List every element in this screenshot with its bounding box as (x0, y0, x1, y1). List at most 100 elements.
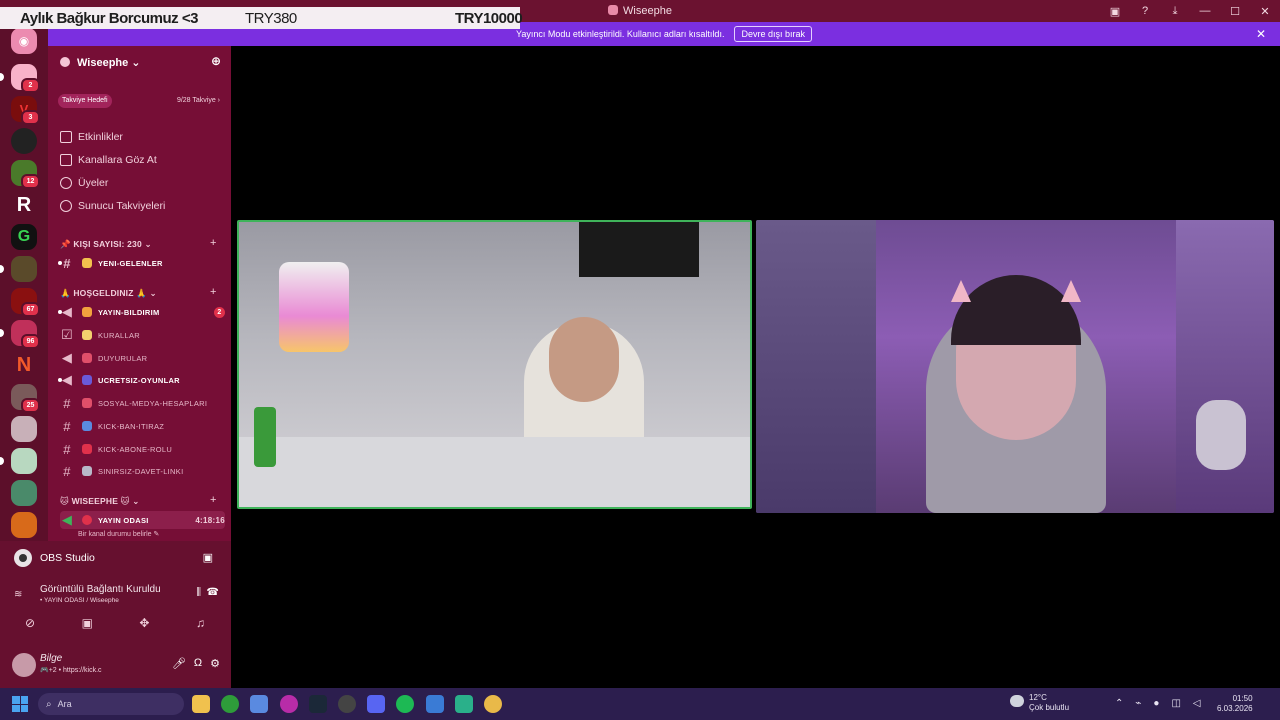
channel-kick-abone-rolu[interactable]: # KICK-ABONE-ROLU (60, 440, 225, 458)
file-explorer-icon[interactable] (192, 695, 210, 713)
boost-count: 9/28 Takviye › (176, 97, 220, 104)
nav-browse-channels[interactable]: Kanallara Göz At (60, 154, 157, 166)
channel-sinirsiz-davet[interactable]: # SINIRSIZ-DAVET-LINKI (60, 462, 225, 480)
close-icon[interactable]: ✕ (1256, 27, 1266, 41)
wifi-icon[interactable]: ◫ (1171, 698, 1180, 709)
discord-icon: ◉ (18, 34, 30, 48)
server-icon[interactable]: 67 (11, 288, 40, 317)
server-header[interactable]: Wiseephe ⌄ ⊕ (48, 46, 231, 78)
user-name: Bilge (40, 653, 63, 664)
server-icon[interactable] (11, 416, 37, 442)
nav-members[interactable]: Üyeler (60, 177, 108, 189)
server-icon[interactable] (0, 256, 37, 282)
wave-icon (82, 258, 92, 268)
server-icon[interactable]: G (11, 224, 37, 250)
camera-off-icon[interactable]: ⊘ (25, 616, 35, 636)
maximize-button[interactable]: ☐ (1220, 5, 1250, 18)
channel-sosyal-medya[interactable]: # SOSYAL-MEDYA-HESAPLARI (60, 394, 225, 412)
app-icon[interactable] (280, 695, 298, 713)
avatar[interactable] (12, 653, 36, 677)
rules-icon: ☑ (61, 327, 73, 342)
nav-server-boosts[interactable]: Sunucu Takviyeleri (60, 200, 165, 212)
server-icon[interactable]: 2 (0, 64, 40, 93)
discord-icon[interactable] (367, 695, 385, 713)
soundboard-icon[interactable]: ♫ (196, 616, 205, 636)
server-icon[interactable]: N (11, 352, 37, 378)
steam-icon[interactable] (309, 695, 327, 713)
start-button[interactable] (12, 696, 28, 712)
server-icon[interactable] (11, 512, 37, 538)
channel-yayin-bildirim[interactable]: ◀ YAYIN-BILDIRIM 2 (58, 303, 225, 321)
home-button[interactable]: ◉ (11, 28, 37, 54)
server-icon[interactable]: V3 (11, 96, 40, 125)
video-tile[interactable] (237, 220, 752, 509)
share-screen-icon[interactable]: ▣ (82, 616, 93, 636)
screen-share-icon[interactable]: ▣ (203, 551, 213, 564)
channel-yeni-gelenler[interactable]: # YENI-GELENLER (58, 254, 225, 272)
channel-kick-ban-itiraz[interactable]: # KICK-BAN-ITIRAZ (60, 417, 225, 435)
server-icon[interactable]: 12 (11, 160, 40, 189)
clock[interactable]: 01:50 6.03.2026 (1217, 694, 1253, 714)
server-icon[interactable] (11, 480, 37, 506)
noise-icon[interactable]: ⫼ (196, 587, 201, 598)
add-channel-icon[interactable]: + (210, 237, 217, 249)
cat-ear-icon (1061, 280, 1081, 302)
disable-streamer-mode-button[interactable]: Devre dışı bırak (734, 26, 812, 42)
network-icon[interactable]: ⌁ (1135, 698, 1141, 709)
inbox-icon[interactable]: ▣ (1100, 5, 1130, 18)
spotify-icon[interactable] (396, 695, 414, 713)
chrome-icon[interactable] (484, 695, 502, 713)
server-icon[interactable] (11, 128, 37, 154)
voice-channel-yayin-odasi[interactable]: ◀ YAYIN ODASI 4:18:16 (60, 511, 225, 529)
server-icon[interactable]: 96 (0, 320, 40, 349)
activities-icon[interactable]: ✥ (139, 616, 149, 636)
cloud-icon (1010, 695, 1024, 707)
server-icon[interactable]: R (11, 192, 37, 218)
headset-icon[interactable]: Ω (194, 657, 202, 670)
github-icon[interactable] (338, 695, 356, 713)
copilot-icon[interactable] (250, 695, 268, 713)
hair-image (951, 275, 1081, 345)
activity-obs[interactable]: OBS Studio (14, 549, 95, 567)
help-icon[interactable]: ? (1130, 5, 1160, 17)
unread-pip (0, 457, 4, 465)
close-window-button[interactable]: ✕ (1250, 5, 1280, 18)
unread-pip (0, 329, 4, 337)
weather-widget[interactable]: 12°C Çok bulutlu (1010, 693, 1069, 713)
nav-events[interactable]: Etkinlikler (60, 131, 123, 143)
user-panel[interactable]: Bilge 🎮+2 • https://kick.c 🎤︎ Ω ⚙ (12, 651, 222, 679)
voice-channel-path[interactable]: • YAYIN ODASI / Wiseephe (14, 597, 219, 604)
xbox-icon[interactable] (221, 695, 239, 713)
microphone-icon[interactable]: 🎤︎ (172, 657, 186, 670)
boost-goal[interactable]: Takviye Hedefi 9/28 Takviye › (58, 94, 220, 108)
channel-kurallar[interactable]: ☑ KURALLAR (60, 326, 225, 344)
channel-duyurular[interactable]: ◀ DUYURULAR (60, 349, 225, 367)
app-icon[interactable] (426, 695, 444, 713)
channel-status-prompt[interactable]: Bir kanal durumu belirle ✎ (78, 530, 159, 538)
disconnect-icon[interactable]: ☎ (207, 587, 219, 598)
add-channel-icon[interactable]: + (210, 494, 217, 506)
chevron-up-icon[interactable]: ⌃ (1115, 698, 1123, 709)
shelf-image (756, 220, 876, 513)
mention-badge: 12 (21, 174, 40, 189)
server-name[interactable]: Wiseephe ⌄ (77, 56, 141, 69)
category-kisi-sayisi[interactable]: 📌 KIŞI SAYISI: 230 ⌄ + (60, 237, 216, 250)
volume-icon[interactable]: ◁ (1193, 698, 1201, 709)
invite-user-icon[interactable]: ⊕ (211, 54, 221, 68)
add-channel-icon[interactable]: + (210, 286, 217, 298)
download-icon[interactable]: ⤓ (1160, 5, 1190, 18)
channel-ucretsiz-oyunlar[interactable]: ◀ UCRETSIZ-OYUNLAR (58, 371, 225, 389)
gear-icon[interactable]: ⚙ (210, 657, 220, 670)
category-wiseephe[interactable]: 🐱 WISEEPHE 🐱 ⌄ + (60, 494, 216, 507)
microphone-icon[interactable]: ● (1153, 698, 1159, 709)
app-icon[interactable] (455, 695, 473, 713)
app-icon (608, 5, 619, 15)
signal-icon[interactable]: ≋ (14, 589, 22, 600)
search-input[interactable]: ⌕ Ara (38, 693, 184, 715)
video-tile[interactable] (756, 220, 1274, 513)
category-hosgeldiniz[interactable]: 🙏 HOŞGELDINIZ 🙏 ⌄ + (60, 286, 216, 299)
server-icon[interactable]: 25 (11, 384, 40, 413)
system-tray: ⌃ ⌁ ● ◫ ◁ (1115, 698, 1201, 709)
minimize-button[interactable]: — (1190, 5, 1220, 17)
server-icon[interactable] (0, 448, 37, 474)
